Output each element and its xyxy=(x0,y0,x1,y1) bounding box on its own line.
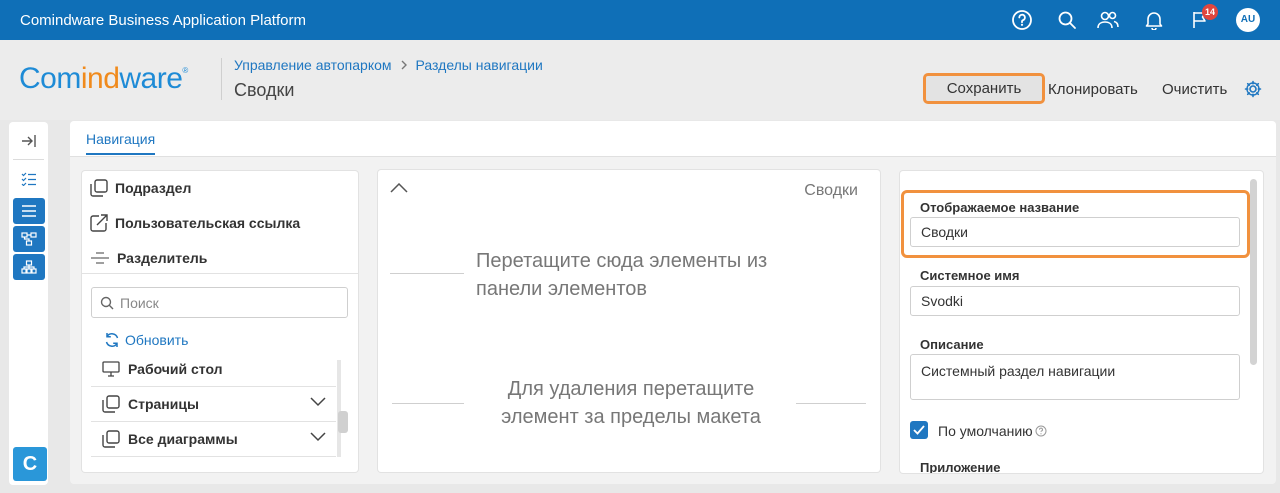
breadcrumb-item-nav-sections[interactable]: Разделы навигации xyxy=(416,57,543,73)
tab-bar: Навигация xyxy=(70,121,1276,157)
monitor-icon xyxy=(102,361,120,377)
users-icon[interactable] xyxy=(1096,8,1120,32)
search-input[interactable]: Поиск xyxy=(91,287,348,318)
chevron-up-icon[interactable] xyxy=(390,180,408,198)
hierarchy-icon[interactable] xyxy=(13,254,45,280)
app-title: Comindware Business Application Platform xyxy=(20,12,306,29)
system-name-label: Системное имя xyxy=(920,268,1020,283)
description-field[interactable]: Системный раздел навигации xyxy=(910,354,1240,400)
refresh-button[interactable]: Обновить xyxy=(104,332,188,348)
refresh-icon xyxy=(105,333,119,347)
left-rail xyxy=(9,122,48,485)
elements-panel: Подраздел Пользовательская ссылка Раздел… xyxy=(82,171,358,472)
search-icon xyxy=(100,296,114,309)
chevron-down-icon xyxy=(310,397,326,407)
gear-icon[interactable] xyxy=(1244,80,1262,98)
description-label: Описание xyxy=(920,337,984,352)
copy-icon xyxy=(102,395,120,413)
canvas-title: Сводки xyxy=(804,182,858,199)
element-custom-link-label: Пользовательская ссылка xyxy=(115,215,301,231)
clear-button[interactable]: Очистить xyxy=(1162,81,1227,98)
copy-icon xyxy=(90,179,108,197)
separator-icon xyxy=(91,252,109,264)
element-subsection-label: Подраздел xyxy=(115,180,192,196)
tab-navigation[interactable]: Навигация xyxy=(86,131,156,155)
copy-icon xyxy=(102,430,120,448)
tree-item-all-diagrams-label: Все диаграммы xyxy=(128,431,238,447)
expand-rail-icon[interactable] xyxy=(13,128,45,154)
chevron-right-icon xyxy=(400,58,408,73)
drop-arrow-line xyxy=(390,273,464,274)
layout-canvas[interactable]: Сводки Перетащите сюда элементы из панел… xyxy=(378,170,880,472)
rail-divider xyxy=(13,159,44,160)
default-label: По умолчанию xyxy=(938,423,1047,439)
remove-arrow-line-left xyxy=(392,403,464,404)
bell-icon[interactable] xyxy=(1142,8,1166,32)
page-title: Сводки xyxy=(234,80,295,100)
system-name-field[interactable]: Svodki xyxy=(910,286,1240,316)
default-checkbox[interactable] xyxy=(910,421,928,439)
element-separator[interactable]: Разделитель xyxy=(90,249,207,267)
notifications-badge: 14 xyxy=(1202,4,1219,20)
breadcrumb-item-fleet[interactable]: Управление автопарком xyxy=(234,57,392,73)
remove-hint: Для удаления перетащите элемент за преде… xyxy=(501,378,761,428)
search-icon[interactable] xyxy=(1055,8,1079,32)
elements-scrollbar-thumb[interactable] xyxy=(338,411,348,433)
check-icon xyxy=(913,425,925,435)
comindware-c-button[interactable]: C xyxy=(13,447,47,481)
menu-list-icon[interactable] xyxy=(13,198,45,224)
page-header: Comindware® Управление автопарком Раздел… xyxy=(0,40,1280,120)
drop-hint: Перетащите сюда элементы из панели элеме… xyxy=(476,250,768,300)
search-placeholder: Поиск xyxy=(120,294,159,311)
chevron-down-icon xyxy=(310,432,326,442)
logo-divider xyxy=(221,58,222,100)
help-icon[interactable] xyxy=(1010,8,1034,32)
tree-item-pages[interactable]: Страницы xyxy=(91,387,336,422)
display-name-highlight xyxy=(901,190,1250,258)
save-button[interactable]: Сохранить xyxy=(923,73,1045,104)
top-bar: Comindware Business Application Platform… xyxy=(0,0,1280,40)
tree-item-pages-label: Страницы xyxy=(128,396,199,412)
external-link-icon xyxy=(90,214,108,232)
clone-button[interactable]: Клонировать xyxy=(1048,81,1138,98)
element-custom-link[interactable]: Пользовательская ссылка xyxy=(90,214,300,232)
remove-arrow-line-right xyxy=(796,403,866,404)
logo: Comindware® xyxy=(19,62,188,95)
tree-item-desktop-label: Рабочий стол xyxy=(128,361,223,377)
checklist-icon[interactable] xyxy=(13,166,45,192)
tree-item-all-diagrams[interactable]: Все диаграммы xyxy=(91,422,336,457)
element-separator-label: Разделитель xyxy=(117,250,208,266)
tree-item-desktop[interactable]: Рабочий стол xyxy=(91,352,336,387)
elements-divider xyxy=(82,273,358,274)
app-label: Приложение xyxy=(920,460,1001,473)
elements-scrollbar-track[interactable] xyxy=(337,360,341,457)
help-icon xyxy=(1035,425,1047,437)
elements-tree: Рабочий стол Страницы Все диаграммы xyxy=(91,360,336,460)
element-subsection[interactable]: Подраздел xyxy=(90,179,191,197)
avatar[interactable]: AU xyxy=(1236,8,1260,32)
refresh-label: Обновить xyxy=(125,332,189,348)
breadcrumb: Управление автопарком Разделы навигации xyxy=(234,57,543,73)
properties-scrollbar[interactable] xyxy=(1250,179,1257,365)
workflow-icon[interactable] xyxy=(13,226,45,252)
